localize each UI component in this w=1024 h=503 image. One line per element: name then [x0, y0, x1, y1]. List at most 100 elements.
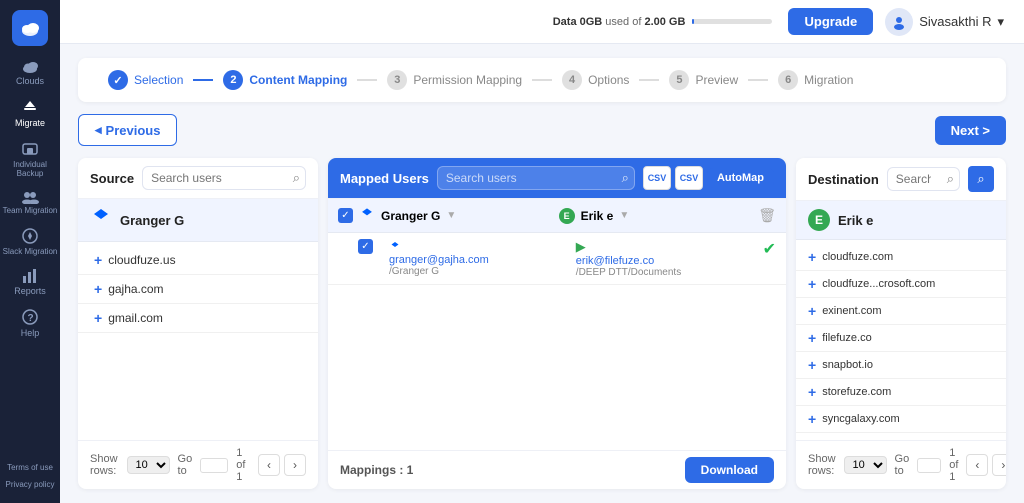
show-rows-select[interactable]: 10: [127, 456, 170, 474]
show-rows-label: Show rows:: [90, 453, 119, 477]
source-domain-3[interactable]: + gmail.com: [78, 304, 318, 333]
gdrive-icon-mapped: E: [559, 208, 575, 224]
source-search-icon[interactable]: ⌕: [293, 170, 300, 186]
dest-domain-3[interactable]: + exinent.com: [796, 298, 1006, 325]
dest-domain-8[interactable]: + syncorbit.com: [796, 433, 1006, 440]
nav-row: ◂ Previous Next >: [78, 114, 1006, 146]
delete-mapping-icon[interactable]: 🗑: [758, 207, 776, 224]
previous-button[interactable]: ◂ Previous: [78, 114, 177, 146]
connector-2: [357, 79, 377, 81]
sidebar-item-team-migration[interactable]: Team Migration: [0, 184, 60, 221]
privacy-link[interactable]: Privacy policy: [6, 476, 55, 493]
step-preview[interactable]: 5 Preview: [659, 70, 748, 90]
dest-domain-7[interactable]: + syncgalaxy.com: [796, 406, 1006, 433]
dest-expand-icon-2: +: [808, 276, 816, 292]
sidebar: Clouds Migrate Individual Backup Team Mi…: [0, 0, 60, 503]
logo[interactable]: [12, 10, 48, 46]
dest-domain-5[interactable]: + snapbot.io: [796, 352, 1006, 379]
next-page-button[interactable]: ›: [284, 454, 306, 476]
connector-5: [748, 79, 768, 81]
sidebar-item-slack-migration[interactable]: Slack Migration: [0, 221, 60, 262]
sidebar-item-help[interactable]: ? Help: [0, 302, 60, 344]
src-filter-icon[interactable]: ▼: [446, 210, 456, 221]
csv-button-2[interactable]: CSV: [675, 166, 703, 190]
mapped-src-email: granger@gajha.com /Granger G: [389, 239, 570, 277]
dest-domain-label-2: cloudfuze...crosoft.com: [822, 278, 935, 290]
dest-prev-page-button[interactable]: ‹: [966, 454, 988, 476]
step-6-num: 6: [778, 70, 798, 90]
dest-domain-label-4: filefuze.co: [822, 332, 872, 344]
dest-domain-4[interactable]: + filefuze.co: [796, 325, 1006, 352]
expand-icon-2: +: [94, 281, 102, 297]
dest-next-page-button[interactable]: ›: [992, 454, 1006, 476]
dest-email-path: /DEEP DTT/Documents: [576, 267, 757, 278]
source-domain-label-3: gmail.com: [108, 311, 163, 325]
pagination-arrows: ‹ ›: [258, 454, 306, 476]
step-1-label: Selection: [134, 73, 183, 87]
sidebar-item-individual-backup[interactable]: Individual Backup: [0, 134, 60, 184]
connector-4: [639, 79, 659, 81]
step-permission-mapping[interactable]: 3 Permission Mapping: [377, 70, 532, 90]
mapped-src-name: Granger G: [381, 209, 440, 223]
dest-email-addr: erik@filefuze.co: [576, 255, 757, 267]
mapped-src-user: Granger G ▼: [359, 207, 553, 224]
sidebar-item-reports[interactable]: Reports: [0, 262, 60, 302]
dest-domain-6[interactable]: + storefuze.com: [796, 379, 1006, 406]
next-button[interactable]: Next >: [935, 116, 1006, 145]
step-6-label: Migration: [804, 73, 853, 87]
dest-domain-1[interactable]: + cloudfuze.com: [796, 244, 1006, 271]
dest-panel-title: Destination: [808, 172, 879, 187]
sidebar-item-migrate[interactable]: Migrate: [0, 92, 60, 134]
source-user-name: Granger G: [120, 213, 184, 228]
step-options[interactable]: 4 Options: [552, 70, 639, 90]
mapped-user-row: ✓ Granger G ▼ E Erik e ▼: [328, 199, 786, 233]
avatar: [885, 8, 913, 36]
step-4-num: 4: [562, 70, 582, 90]
dest-filter-icon[interactable]: ▼: [619, 210, 629, 221]
source-search-input[interactable]: [142, 166, 306, 190]
src-email-path: /Granger G: [389, 266, 570, 277]
dest-show-rows-select[interactable]: 10: [844, 456, 887, 474]
mapped-email-row: ✓ granger@gajha.com /Granger G ▶ erik@fi…: [328, 233, 786, 285]
source-panel-body: Granger G + cloudfuze.us + gajha.com +: [78, 199, 318, 440]
dest-user-name: Erik e: [838, 213, 873, 228]
mapped-search-input[interactable]: [437, 166, 635, 190]
prev-page-button[interactable]: ‹: [258, 454, 280, 476]
dest-domain-label-5: snapbot.io: [822, 359, 873, 371]
mapped-search-icon[interactable]: ⌕: [622, 170, 629, 186]
source-domain-list: + cloudfuze.us + gajha.com + gmail.com: [78, 242, 318, 337]
email-row-checkbox[interactable]: ✓: [358, 239, 373, 254]
sidebar-item-clouds[interactable]: Clouds: [0, 54, 60, 92]
dest-panel-footer: Show rows: 10 Go to 1 of 1 ‹ ›: [796, 440, 1006, 489]
page-info: 1 of 1: [236, 447, 250, 483]
content-area: ✓ Selection 2 Content Mapping 3 Permissi…: [60, 44, 1024, 503]
automap-button[interactable]: AutoMap: [707, 168, 774, 188]
mapped-panel-body: ✓ Granger G ▼ E Erik e ▼: [328, 199, 786, 450]
step-5-num: 5: [669, 70, 689, 90]
upgrade-button[interactable]: Upgrade: [788, 8, 873, 35]
chevron-down-icon: ▾: [997, 14, 1004, 30]
terms-link[interactable]: Terms of use: [7, 459, 53, 476]
row-checkbox[interactable]: ✓: [338, 208, 353, 223]
header: Data 0GB used of 2.00 GB Upgrade Sivasak…: [60, 0, 1024, 44]
dest-expand-icon-6: +: [808, 384, 816, 400]
dest-page-input[interactable]: [917, 458, 941, 473]
dest-search: ⌕: [887, 167, 960, 191]
csv-button-1[interactable]: CSV: [643, 166, 671, 190]
go-to-label: Go to: [178, 453, 193, 477]
source-search: ⌕: [142, 166, 306, 190]
dest-search-button[interactable]: ⌕: [968, 166, 994, 192]
source-domain-1[interactable]: + cloudfuze.us: [78, 246, 318, 275]
dest-search-icon[interactable]: ⌕: [947, 171, 954, 187]
download-button[interactable]: Download: [685, 457, 774, 483]
page-input[interactable]: [200, 458, 228, 473]
source-domain-2[interactable]: + gajha.com: [78, 275, 318, 304]
user-menu[interactable]: Sivasakthi R ▾: [885, 8, 1004, 36]
step-selection[interactable]: ✓ Selection: [98, 70, 193, 90]
mapped-actions: CSV CSV AutoMap: [643, 166, 774, 190]
step-migration[interactable]: 6 Migration: [768, 70, 863, 90]
dest-domain-2[interactable]: + cloudfuze...crosoft.com: [796, 271, 1006, 298]
source-domain-label-2: gajha.com: [108, 282, 163, 296]
step-content-mapping[interactable]: 2 Content Mapping: [213, 70, 357, 90]
dest-expand-icon-7: +: [808, 411, 816, 427]
